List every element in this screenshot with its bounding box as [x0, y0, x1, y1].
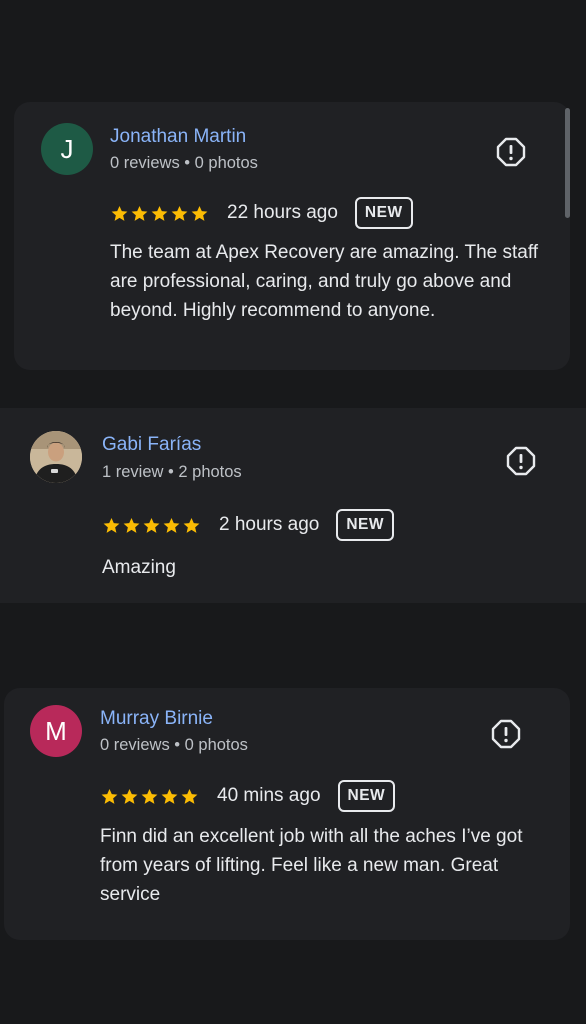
reviewer-name[interactable]: Gabi Farías [102, 434, 201, 456]
review-time: 22 hours ago [227, 202, 338, 223]
new-badge: NEW [336, 509, 395, 541]
new-badge: NEW [337, 780, 396, 812]
star-icon [143, 517, 160, 533]
avatar-initial: M [45, 715, 67, 746]
report-flag-icon[interactable] [496, 137, 526, 167]
review-card: Gabi Farías 1 review • 2 photos 2 hours … [0, 408, 586, 603]
avatar[interactable]: J [41, 123, 93, 175]
star-rating [100, 787, 199, 806]
star-icon [181, 788, 198, 804]
star-icon [103, 517, 120, 533]
review-time: 40 mins ago [217, 785, 321, 806]
rating-row: 40 mins ago NEW [100, 779, 396, 813]
star-icon [163, 517, 180, 533]
reviewer-meta: 1 review • 2 photos [102, 463, 242, 481]
reviewer-name[interactable]: Jonathan Martin [110, 126, 246, 148]
star-icon [123, 517, 140, 533]
star-rating [102, 516, 201, 535]
rating-row: 2 hours ago NEW [102, 508, 395, 542]
star-icon [183, 517, 200, 533]
star-icon [171, 205, 188, 221]
scrollbar[interactable] [565, 108, 570, 218]
review-text: The team at Apex Recovery are amazing. T… [110, 242, 539, 321]
star-rating [110, 204, 209, 223]
review-time: 2 hours ago [219, 514, 320, 535]
avatar[interactable]: M [30, 705, 82, 757]
review-text: Finn did an excellent job with all the a… [100, 826, 523, 905]
star-icon [121, 788, 138, 804]
review-card: J Jonathan Martin 0 reviews • 0 photos 2… [14, 102, 570, 370]
reviewer-meta: 0 reviews • 0 photos [100, 736, 248, 754]
star-icon [191, 205, 208, 221]
report-flag-icon[interactable] [506, 446, 536, 476]
profile-photo [30, 431, 82, 483]
reviewer-meta: 0 reviews • 0 photos [110, 154, 258, 172]
reviewer-name[interactable]: Murray Birnie [100, 708, 213, 730]
review-text: Amazing [102, 557, 176, 578]
avatar-initial: J [60, 133, 74, 164]
star-icon [141, 788, 158, 804]
report-flag-icon[interactable] [491, 719, 521, 749]
avatar[interactable] [30, 431, 82, 483]
rating-row: 22 hours ago NEW [110, 196, 413, 230]
star-icon [101, 788, 118, 804]
new-badge: NEW [354, 197, 413, 229]
star-icon [161, 788, 178, 804]
star-icon [111, 205, 128, 221]
star-icon [151, 205, 168, 221]
review-card: M Murray Birnie 0 reviews • 0 photos 40 … [4, 688, 570, 940]
star-icon [131, 205, 148, 221]
